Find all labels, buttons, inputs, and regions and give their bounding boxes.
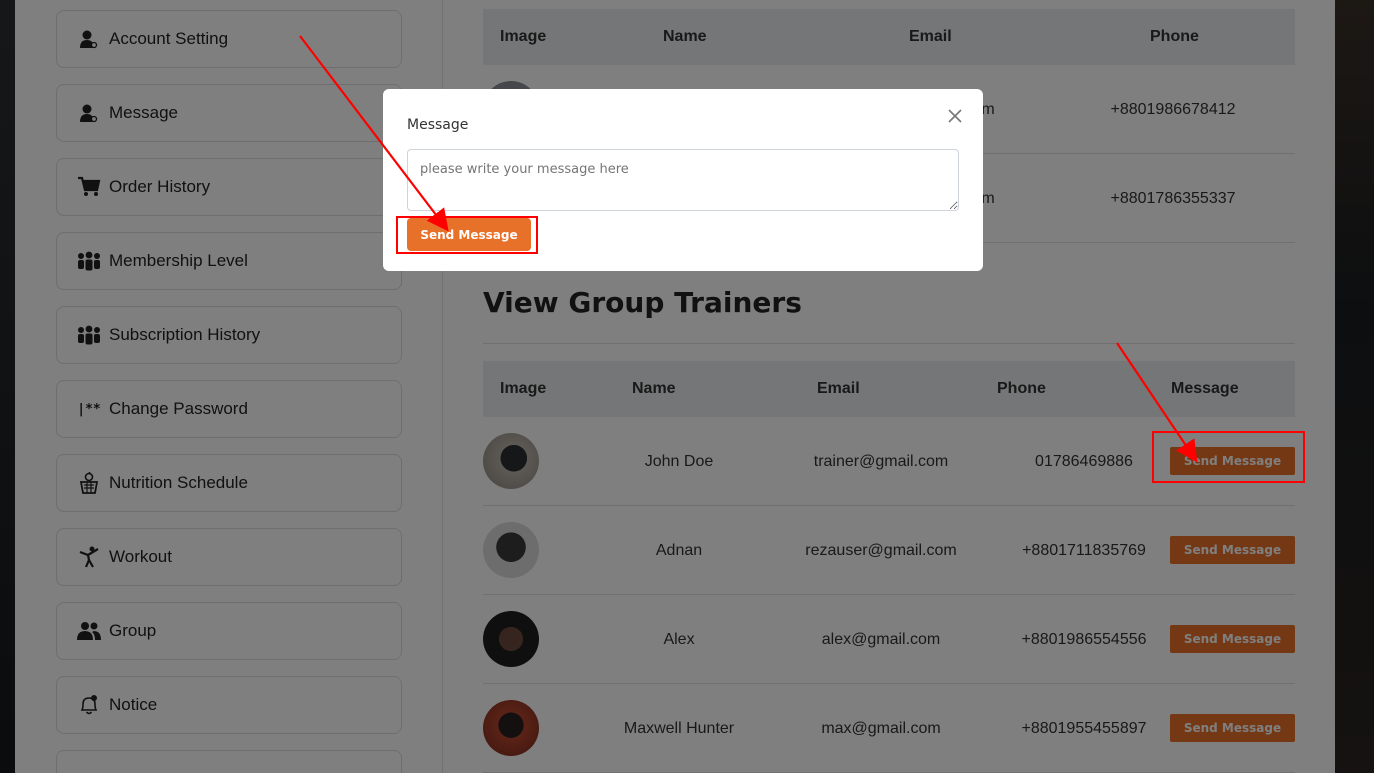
annotation-highlight-box xyxy=(396,216,538,254)
annotation-highlight-box xyxy=(1152,431,1305,483)
close-icon[interactable] xyxy=(945,107,965,127)
message-textarea[interactable] xyxy=(407,149,959,211)
modal-title: Message xyxy=(407,117,469,133)
